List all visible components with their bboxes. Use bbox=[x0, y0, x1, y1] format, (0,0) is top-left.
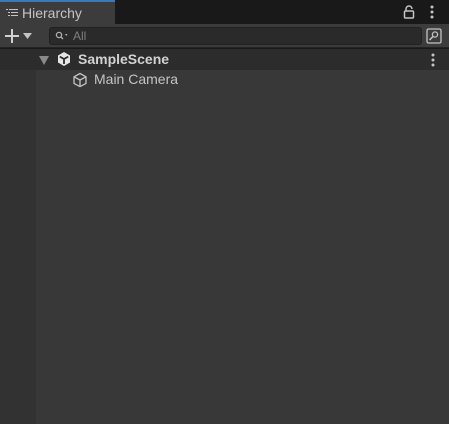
search-field[interactable] bbox=[49, 27, 422, 45]
tree-item-label: Main Camera bbox=[94, 71, 179, 87]
unity-scene-icon bbox=[58, 52, 70, 66]
foldout-arrow-icon[interactable] bbox=[39, 56, 49, 65]
tree-item-main-camera[interactable]: Main Camera bbox=[36, 70, 449, 90]
plus-icon bbox=[5, 29, 19, 43]
lock-icon bbox=[403, 5, 415, 19]
tree-gutter bbox=[0, 49, 36, 424]
search-window-button[interactable] bbox=[424, 27, 444, 45]
kebab-menu-icon bbox=[430, 5, 434, 19]
hierarchy-tree[interactable]: SampleScene Main Camera bbox=[0, 49, 449, 424]
window-menu-button[interactable] bbox=[426, 4, 438, 20]
tab-label: Hierarchy bbox=[22, 5, 82, 21]
scene-row[interactable]: SampleScene bbox=[0, 49, 449, 70]
kebab-menu-icon bbox=[431, 53, 435, 67]
chevron-down-icon bbox=[23, 33, 32, 39]
tab-hierarchy[interactable]: Hierarchy bbox=[0, 0, 115, 24]
lock-button[interactable] bbox=[402, 4, 416, 20]
open-search-window-icon bbox=[426, 28, 442, 44]
search-icon bbox=[55, 31, 68, 40]
scene-menu-button[interactable] bbox=[427, 52, 439, 68]
scene-name: SampleScene bbox=[78, 51, 170, 67]
hierarchy-window: Hierarchy All SampleScene Main Camera bbox=[0, 0, 449, 424]
tab-bar: Hierarchy bbox=[0, 0, 449, 24]
toolbar bbox=[0, 24, 449, 48]
search-input[interactable] bbox=[73, 28, 393, 44]
list-icon bbox=[6, 9, 18, 16]
create-dropdown-button[interactable] bbox=[2, 26, 38, 46]
gameobject-cube-icon bbox=[73, 72, 87, 88]
